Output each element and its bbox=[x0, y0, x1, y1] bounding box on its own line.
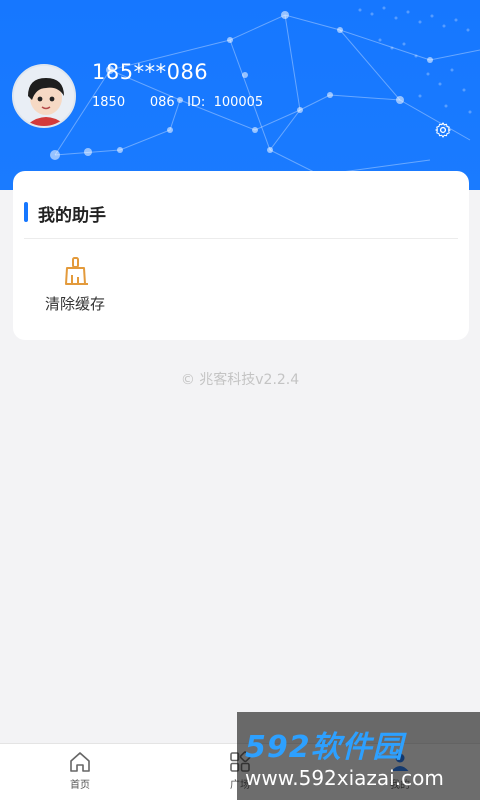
home-icon bbox=[70, 752, 90, 772]
clear-cache-button[interactable]: 清除缓存 bbox=[41, 255, 121, 325]
user-phone: 185***086 bbox=[92, 60, 209, 84]
settings-gear-icon[interactable] bbox=[434, 121, 452, 139]
copyright-text: © 兆客科技v2.2.4 bbox=[180, 372, 300, 388]
watermark-overlay: 592软件园 www.592xiazai.com bbox=[237, 712, 480, 800]
avatar[interactable] bbox=[12, 64, 76, 128]
assistant-card: 我的助手 清除缓存 bbox=[13, 171, 469, 340]
watermark-url: www.592xiazai.com bbox=[245, 766, 444, 790]
divider bbox=[24, 238, 458, 239]
clear-cache-label: 清除缓存 bbox=[45, 295, 106, 313]
watermark-logo: 592软件园 bbox=[245, 730, 404, 765]
tab-home[interactable]: 首页 bbox=[60, 750, 100, 798]
title-accent-bar bbox=[24, 202, 28, 222]
tab-home-label: 首页 bbox=[70, 780, 90, 791]
assistant-title: 我的助手 bbox=[38, 206, 106, 226]
broom-icon bbox=[65, 257, 88, 285]
user-id-info: 1850 086 ID: 100005 bbox=[92, 95, 264, 110]
profile-header: 185***086 1850 086 ID: 100005 bbox=[0, 0, 480, 190]
